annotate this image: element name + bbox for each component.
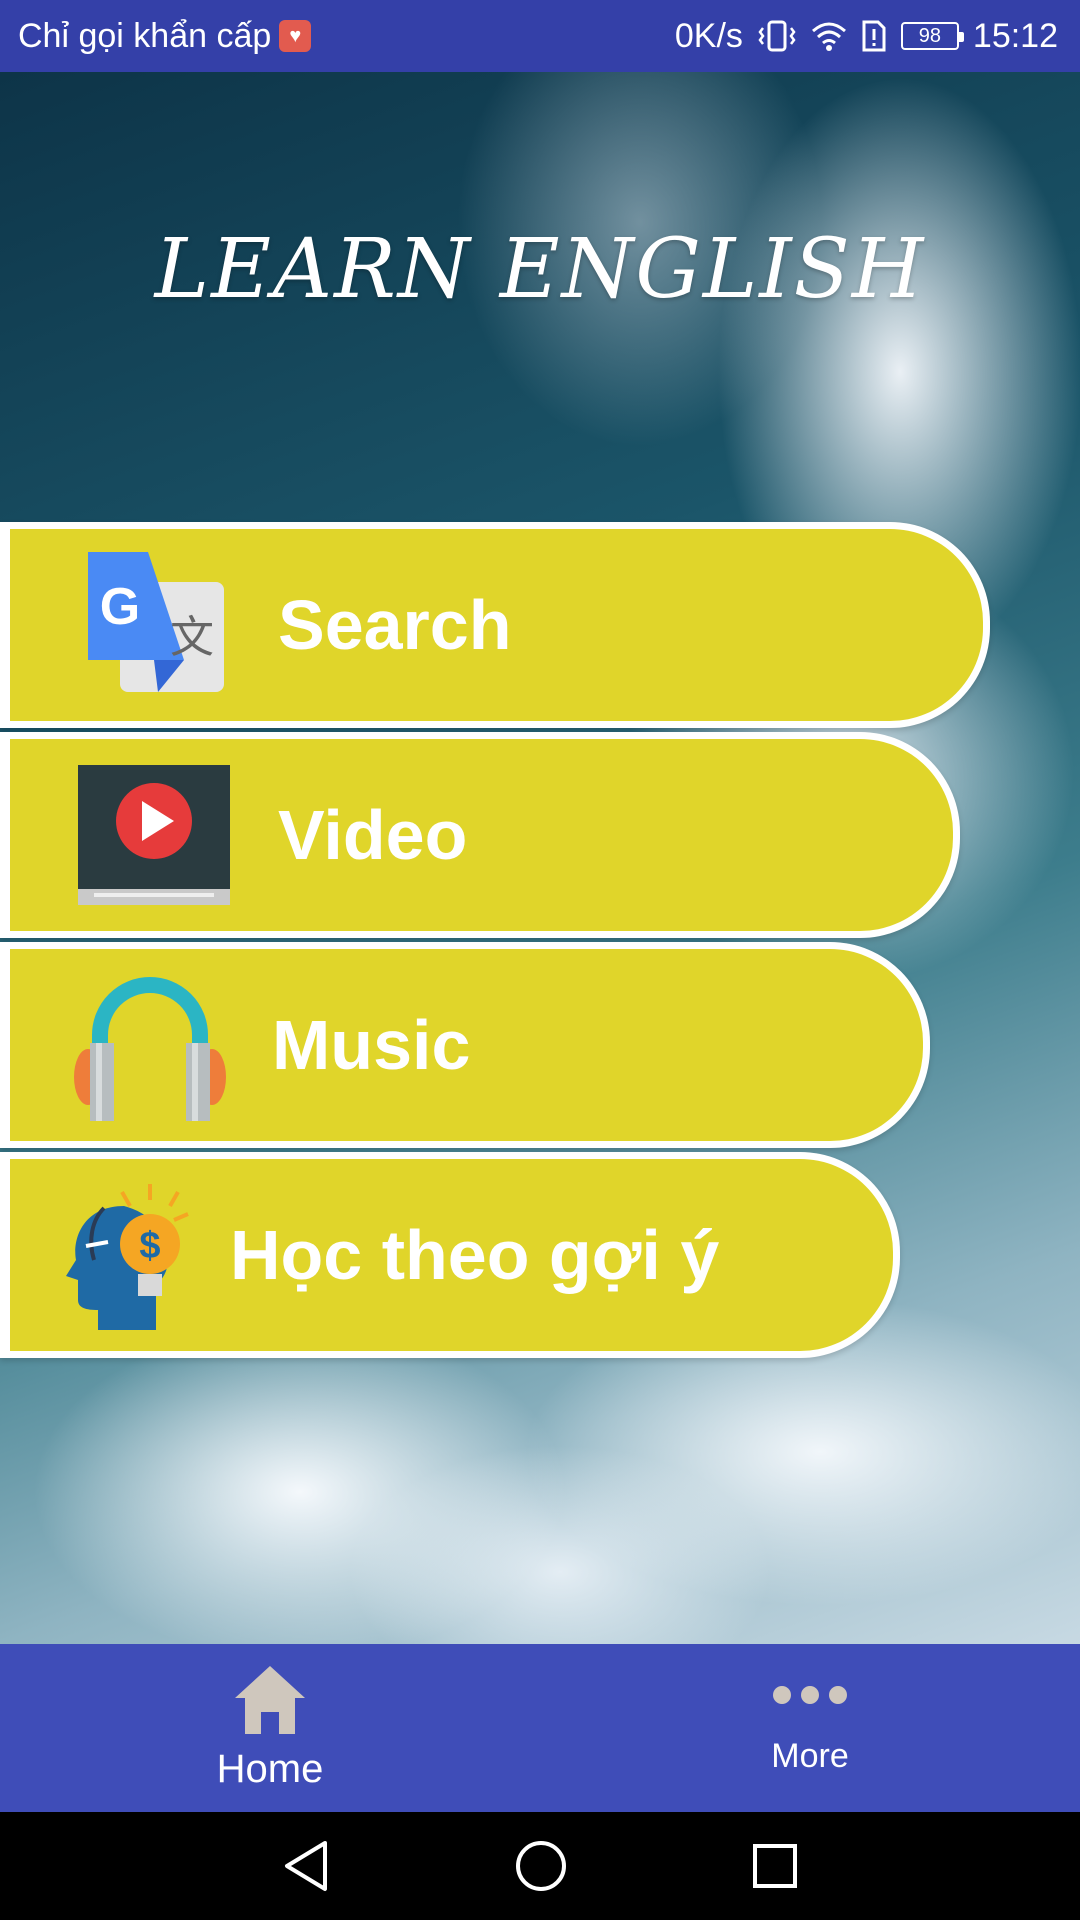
menu-item-hoc-theo-goi-y[interactable]: $ Học theo gợi ý bbox=[0, 1152, 900, 1358]
more-dots-icon bbox=[772, 1680, 848, 1715]
back-icon[interactable] bbox=[281, 1839, 331, 1893]
video-play-icon bbox=[78, 765, 230, 905]
heart-badge-icon: ♥ bbox=[279, 20, 312, 52]
carrier-text: Chỉ gọi khẩn cấp bbox=[18, 16, 272, 55]
status-right: 0K/s 98 15:12 bbox=[675, 17, 1058, 56]
menu-label-music: Music bbox=[272, 1006, 471, 1084]
menu-item-music[interactable]: Music bbox=[0, 942, 930, 1148]
net-speed: 0K/s bbox=[674, 16, 743, 55]
google-translate-icon: G 文 bbox=[80, 552, 226, 698]
menu-label-hoc-theo-goi-y: Học theo gợi ý bbox=[230, 1216, 720, 1294]
alert-icon bbox=[861, 19, 887, 53]
menu-label-search: Search bbox=[278, 586, 512, 664]
menu-label-video: Video bbox=[278, 796, 468, 874]
clock: 15:12 bbox=[972, 16, 1058, 55]
svg-text:文: 文 bbox=[170, 612, 214, 663]
wifi-icon bbox=[811, 21, 847, 51]
recents-icon[interactable] bbox=[751, 1842, 799, 1890]
menu-item-search[interactable]: G 文 Search bbox=[0, 522, 990, 728]
menu-item-video[interactable]: Video bbox=[0, 732, 960, 938]
svg-text:$: $ bbox=[139, 1225, 160, 1267]
status-bar: Chỉ gọi khẩn cấp ♥ 0K/s 98 15:12 bbox=[0, 0, 1080, 72]
nav-home[interactable]: Home bbox=[0, 1644, 540, 1812]
status-left: Chỉ gọi khẩn cấp ♥ bbox=[18, 16, 312, 56]
svg-text:G: G bbox=[100, 578, 140, 636]
headphones-icon bbox=[70, 965, 230, 1125]
nav-more[interactable]: More bbox=[540, 1644, 1080, 1812]
app-title: LEARN ENGLISH bbox=[154, 222, 926, 317]
bottom-nav: Home More bbox=[0, 1644, 1080, 1812]
nav-more-label: More bbox=[771, 1737, 849, 1775]
home-icon bbox=[233, 1664, 307, 1741]
idea-head-icon: $ bbox=[64, 1180, 194, 1330]
home-circle-icon[interactable] bbox=[514, 1839, 568, 1893]
system-nav bbox=[0, 1812, 1080, 1920]
vibrate-icon bbox=[757, 19, 797, 53]
nav-home-label: Home bbox=[216, 1747, 324, 1791]
battery-icon: 98 bbox=[900, 22, 964, 50]
